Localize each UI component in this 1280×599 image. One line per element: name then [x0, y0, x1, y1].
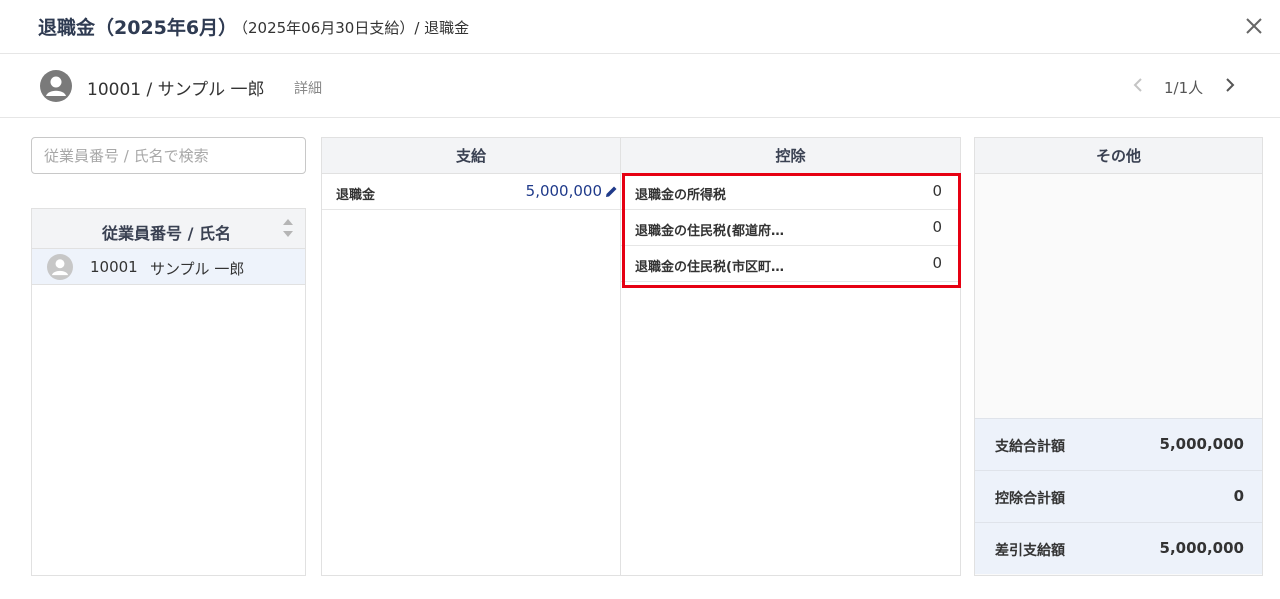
deduction-value[interactable]: 0 [932, 218, 942, 236]
pencil-icon[interactable] [605, 185, 618, 198]
other-header: その他 [975, 138, 1262, 174]
summary-row-total-pay: 支給合計額 5,000,000 [975, 418, 1262, 470]
summary-row-net-pay: 差引支給額 5,000,000 [975, 522, 1262, 574]
summary-value: 5,000,000 [1159, 539, 1244, 557]
employee-search-input[interactable] [31, 137, 306, 174]
employee-bar: 10001 / サンプル 一郎 詳細 1/1人 [0, 54, 1280, 118]
pager-count: 1/1人 [1164, 79, 1204, 97]
employee-list: 従業員番号 / 氏名 10001 サンプル 一郎 [31, 208, 306, 576]
employee-list-header-label: 従業員番号 / 氏名 [102, 224, 231, 243]
user-avatar-icon [47, 254, 73, 280]
summary-value: 0 [1233, 487, 1244, 505]
deduction-row: 退職金の所得税 0 [621, 174, 960, 210]
chevron-right-icon [1226, 78, 1235, 92]
payment-header: 支給 [322, 138, 620, 174]
chevron-left-icon [1133, 78, 1142, 92]
payslip-table: 支給 退職金 5,000,000 控除 退職金の所得税 0 退職金の住民税(都道… [321, 137, 961, 576]
close-icon [1246, 18, 1262, 34]
deduction-header: 控除 [621, 138, 960, 174]
user-avatar-icon [40, 70, 72, 102]
employee-list-item[interactable]: 10001 サンプル 一郎 [32, 249, 305, 285]
close-button[interactable] [1242, 14, 1266, 38]
employee-id: 10001 [90, 258, 138, 276]
other-column: その他 支給合計額 5,000,000 控除合計額 0 差引支給額 5,000,… [974, 137, 1263, 576]
deduction-row: 退職金の住民税(市区町… 0 [621, 246, 960, 282]
summary-row-total-deduction: 控除合計額 0 [975, 470, 1262, 522]
deduction-value[interactable]: 0 [932, 182, 942, 200]
employee-list-name: サンプル 一郎 [150, 260, 245, 278]
payment-column: 支給 退職金 5,000,000 [322, 138, 621, 575]
deduction-column: 控除 退職金の所得税 0 退職金の住民税(都道府… 0 退職金の住民税(市区町…… [621, 138, 960, 575]
pager-prev-button[interactable] [1128, 74, 1148, 96]
payment-label: 退職金 [336, 188, 376, 203]
deduction-label: 退職金の所得税 [635, 188, 727, 203]
pager-next-button[interactable] [1220, 74, 1240, 96]
employee-name: 10001 / サンプル 一郎 [87, 80, 265, 100]
payment-row: 退職金 5,000,000 [322, 174, 620, 210]
summary-value: 5,000,000 [1159, 435, 1244, 453]
employee-list-header: 従業員番号 / 氏名 [32, 209, 305, 249]
deduction-row: 退職金の住民税(都道府… 0 [621, 210, 960, 246]
modal-subtitle: （2025年06月30日支給）/ 退職金 [233, 19, 470, 37]
summary-label: 控除合計額 [995, 491, 1065, 507]
deduction-label: 退職金の住民税(市区町… [635, 260, 784, 275]
modal-header: 退職金（2025年6月） （2025年06月30日支給）/ 退職金 [0, 0, 1280, 54]
summary-label: 差引支給額 [995, 543, 1065, 559]
payment-value[interactable]: 5,000,000 [526, 182, 602, 200]
detail-link[interactable]: 詳細 [294, 78, 322, 98]
summary-label: 支給合計額 [995, 439, 1065, 455]
modal-title: 退職金（2025年6月） [38, 17, 238, 39]
sort-icon[interactable] [281, 215, 295, 241]
deduction-label: 退職金の住民税(都道府… [635, 224, 784, 239]
deduction-value[interactable]: 0 [932, 254, 942, 272]
